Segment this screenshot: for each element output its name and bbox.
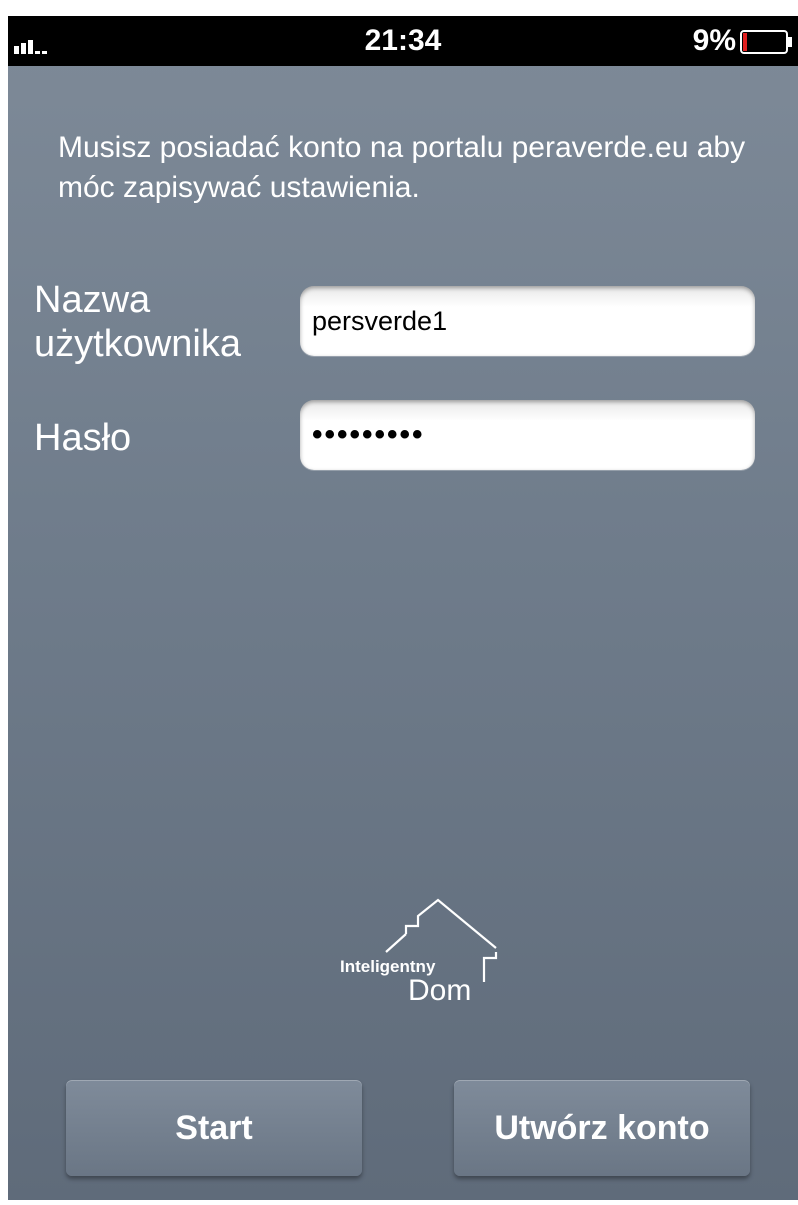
status-bar: 21:34 9%: [8, 16, 798, 66]
account-required-message: Musisz posiadać konto na portalu peraver…: [58, 131, 746, 204]
username-label-line1: Nazwa: [34, 279, 151, 321]
password-label: Hasło: [34, 417, 132, 459]
password-input[interactable]: •••••••••: [300, 400, 755, 470]
app-screen: 21:34 9% Musisz posiadać konto na portal…: [8, 16, 798, 1200]
create-account-button[interactable]: Utwórz konto: [454, 1080, 750, 1176]
inteligentny-dom-logo: Inteligentny Dom: [340, 898, 498, 1006]
battery-percentage: 9%: [692, 24, 736, 57]
username-label-line2: użytkownika: [34, 323, 241, 365]
status-bar-time: 21:34: [364, 24, 442, 57]
username-label: Nazwa użytkownika: [34, 278, 241, 366]
logo-text-dom: Dom: [408, 974, 471, 1006]
username-input[interactable]: persverde1: [300, 286, 755, 356]
battery-icon: [740, 30, 792, 54]
start-button[interactable]: Start: [66, 1080, 362, 1176]
